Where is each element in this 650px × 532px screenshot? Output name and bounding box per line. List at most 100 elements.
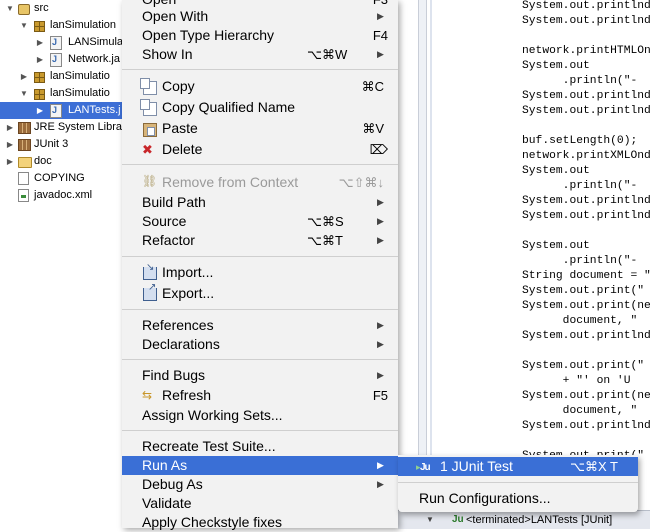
menu-item-open-with[interactable]: Open With ▶ xyxy=(122,7,398,26)
tree-item[interactable]: COPYING xyxy=(0,170,122,187)
export-icon xyxy=(143,278,157,301)
code-line: System.out.print(" xyxy=(522,360,645,372)
menu-item-label: Import... xyxy=(162,264,214,280)
refresh-icon xyxy=(142,386,155,405)
tree-item[interactable]: ▶ JUnit 3 xyxy=(0,136,122,153)
collapsed-triangle-icon[interactable]: ▶ xyxy=(36,102,44,119)
collapsed-triangle-icon[interactable]: ▶ xyxy=(36,51,44,68)
menu-item-run-configurations[interactable]: Run Configurations... xyxy=(398,489,638,508)
tree-item[interactable]: ▶ doc xyxy=(0,153,122,170)
shortcut-label: ⌥⌘X T xyxy=(570,459,618,474)
java-file-icon xyxy=(50,102,62,119)
submenu-arrow-icon: ▶ xyxy=(377,216,384,226)
tree-item[interactable]: ▼ lanSimulatio xyxy=(0,85,122,102)
expand-triangle-icon[interactable]: ▼ xyxy=(426,511,434,529)
tree-item-label: Network.ja xyxy=(68,53,120,65)
menu-separator xyxy=(122,309,398,310)
collapsed-triangle-icon[interactable]: ▶ xyxy=(6,119,14,136)
submenu-arrow-icon: ▶ xyxy=(377,49,384,59)
expanded-triangle-icon[interactable]: ▼ xyxy=(20,17,28,34)
code-line: System.out xyxy=(522,60,590,72)
tree-item[interactable]: ▶ lanSimulatio xyxy=(0,68,122,85)
code-line: buf.setLength(0); xyxy=(522,135,638,147)
menu-item-label: Open With xyxy=(142,8,209,24)
collapsed-triangle-icon[interactable]: ▶ xyxy=(6,153,14,170)
shortcut-label: ⌦ xyxy=(369,142,388,157)
menu-item-delete[interactable]: Delete ⌦ xyxy=(122,140,398,159)
code-text-area[interactable]: System.out.printlnd System.out.printlnd ne… xyxy=(522,0,650,516)
tree-item-label: lanSimulatio xyxy=(50,87,110,99)
tree-item[interactable]: ▼ src xyxy=(0,0,122,17)
menu-item-label: Refresh xyxy=(162,387,212,403)
menu-separator xyxy=(398,482,638,483)
expanded-triangle-icon[interactable]: ▼ xyxy=(6,0,14,17)
menu-item-label: Copy Qualified Name xyxy=(162,99,296,115)
code-line: System.out.printlnd xyxy=(522,195,650,207)
code-line: .println("- xyxy=(522,255,638,267)
menu-item-copy-qualified-name[interactable]: Copy Qualified Name xyxy=(122,98,398,117)
junit-run-icon xyxy=(416,458,434,477)
tree-item-label: javadoc.xml xyxy=(34,189,93,201)
menu-item-refresh[interactable]: Refresh F5 xyxy=(122,386,398,405)
menu-item-assign-working-sets[interactable]: Assign Working Sets... xyxy=(122,406,398,425)
junit-icon: Ju xyxy=(452,514,464,525)
tree-item[interactable]: javadoc.xml xyxy=(0,187,122,204)
menu-item-source[interactable]: Source ⌥⌘S ▶ xyxy=(122,212,398,231)
menu-item-label: Run As xyxy=(142,457,188,473)
tree-item[interactable]: ▶ LANSimula xyxy=(0,34,122,51)
shortcut-label: ⌘C xyxy=(361,79,384,94)
menu-item-run-as[interactable]: Run As ▶ xyxy=(122,456,398,475)
collapsed-triangle-icon xyxy=(6,170,14,187)
code-line: System.out xyxy=(522,240,590,252)
menu-item-open-type-hierarchy[interactable]: Open Type Hierarchy F4 xyxy=(122,26,398,45)
code-line: System.out xyxy=(522,165,590,177)
menu-item-build-path[interactable]: Build Path ▶ xyxy=(122,193,398,212)
tree-item-label: LANSimula xyxy=(68,36,122,48)
junit-status-bar[interactable]: ▼ Ju <terminated>LANTests [JUnit] xyxy=(398,510,650,529)
menu-item-junit-test[interactable]: 1 JUnit Test ⌥⌘X T xyxy=(398,457,638,477)
collapsed-triangle-icon[interactable]: ▶ xyxy=(36,34,44,51)
junit-status-text: <terminated>LANTests [JUnit] xyxy=(466,514,613,526)
xml-file-icon xyxy=(18,189,29,202)
code-line: .println("- xyxy=(522,180,638,192)
collapsed-triangle-icon[interactable]: ▶ xyxy=(20,68,28,85)
menu-item-declarations[interactable]: Declarations ▶ xyxy=(122,335,398,354)
shortcut-label: ⌥⌘T xyxy=(307,233,343,248)
expanded-triangle-icon[interactable]: ▼ xyxy=(20,85,28,102)
tree-item[interactable]: ▶ LANTests.j xyxy=(0,102,122,119)
code-line: System.out.printlnd xyxy=(522,210,650,222)
package-icon xyxy=(34,72,45,83)
menu-item-remove-from-context[interactable]: Remove from Context ⌥⇧⌘↓ xyxy=(122,172,398,192)
menu-item-apply-checkstyle-fixes[interactable]: Apply Checkstyle fixes xyxy=(122,513,398,532)
menu-separator xyxy=(122,430,398,431)
menu-item-find-bugs[interactable]: Find Bugs ▶ xyxy=(122,366,398,385)
menu-item-copy[interactable]: Copy ⌘C xyxy=(122,77,398,96)
menu-item-refactor[interactable]: Refactor ⌥⌘T ▶ xyxy=(122,231,398,250)
menu-item-label: Recreate Test Suite... xyxy=(142,438,276,454)
menu-item-import[interactable]: Import... xyxy=(122,258,398,282)
menu-item-label: Open Type Hierarchy xyxy=(142,27,275,43)
tree-item[interactable]: ▶ JRE System Library xyxy=(0,119,122,136)
tree-item[interactable]: ▼ lanSimulation xyxy=(0,17,122,34)
menu-item-validate[interactable]: Validate xyxy=(122,494,398,513)
menu-item-label: Remove from Context xyxy=(162,174,299,190)
code-line: .println("- xyxy=(522,75,638,87)
submenu-arrow-icon: ▶ xyxy=(377,235,384,245)
menu-item-label: Apply Checkstyle fixes xyxy=(142,514,283,530)
menu-item-label: Find Bugs xyxy=(142,367,206,383)
menu-item-show-in[interactable]: Show In ⌥⌘W ▶ xyxy=(122,45,398,64)
java-file-icon xyxy=(50,51,62,68)
package-explorer: ▼src▼lanSimulation▶LANSimula▶Network.ja▶… xyxy=(0,0,122,528)
tree-item[interactable]: ▶ Network.ja xyxy=(0,51,122,68)
code-line: System.out.print(ne xyxy=(522,390,650,402)
menu-separator xyxy=(122,164,398,165)
menu-item-debug-as[interactable]: Debug As ▶ xyxy=(122,475,398,494)
package-icon xyxy=(34,89,45,100)
menu-item-export[interactable]: Export... xyxy=(122,278,398,303)
collapsed-triangle-icon[interactable]: ▶ xyxy=(6,136,14,153)
menu-item-paste[interactable]: Paste ⌘V xyxy=(122,119,398,138)
code-line: System.out.printlnd xyxy=(522,0,650,12)
menu-item-references[interactable]: References ▶ xyxy=(122,316,398,335)
menu-item-recreate-test-suite[interactable]: Recreate Test Suite... xyxy=(122,437,398,456)
menu-separator xyxy=(122,69,398,70)
